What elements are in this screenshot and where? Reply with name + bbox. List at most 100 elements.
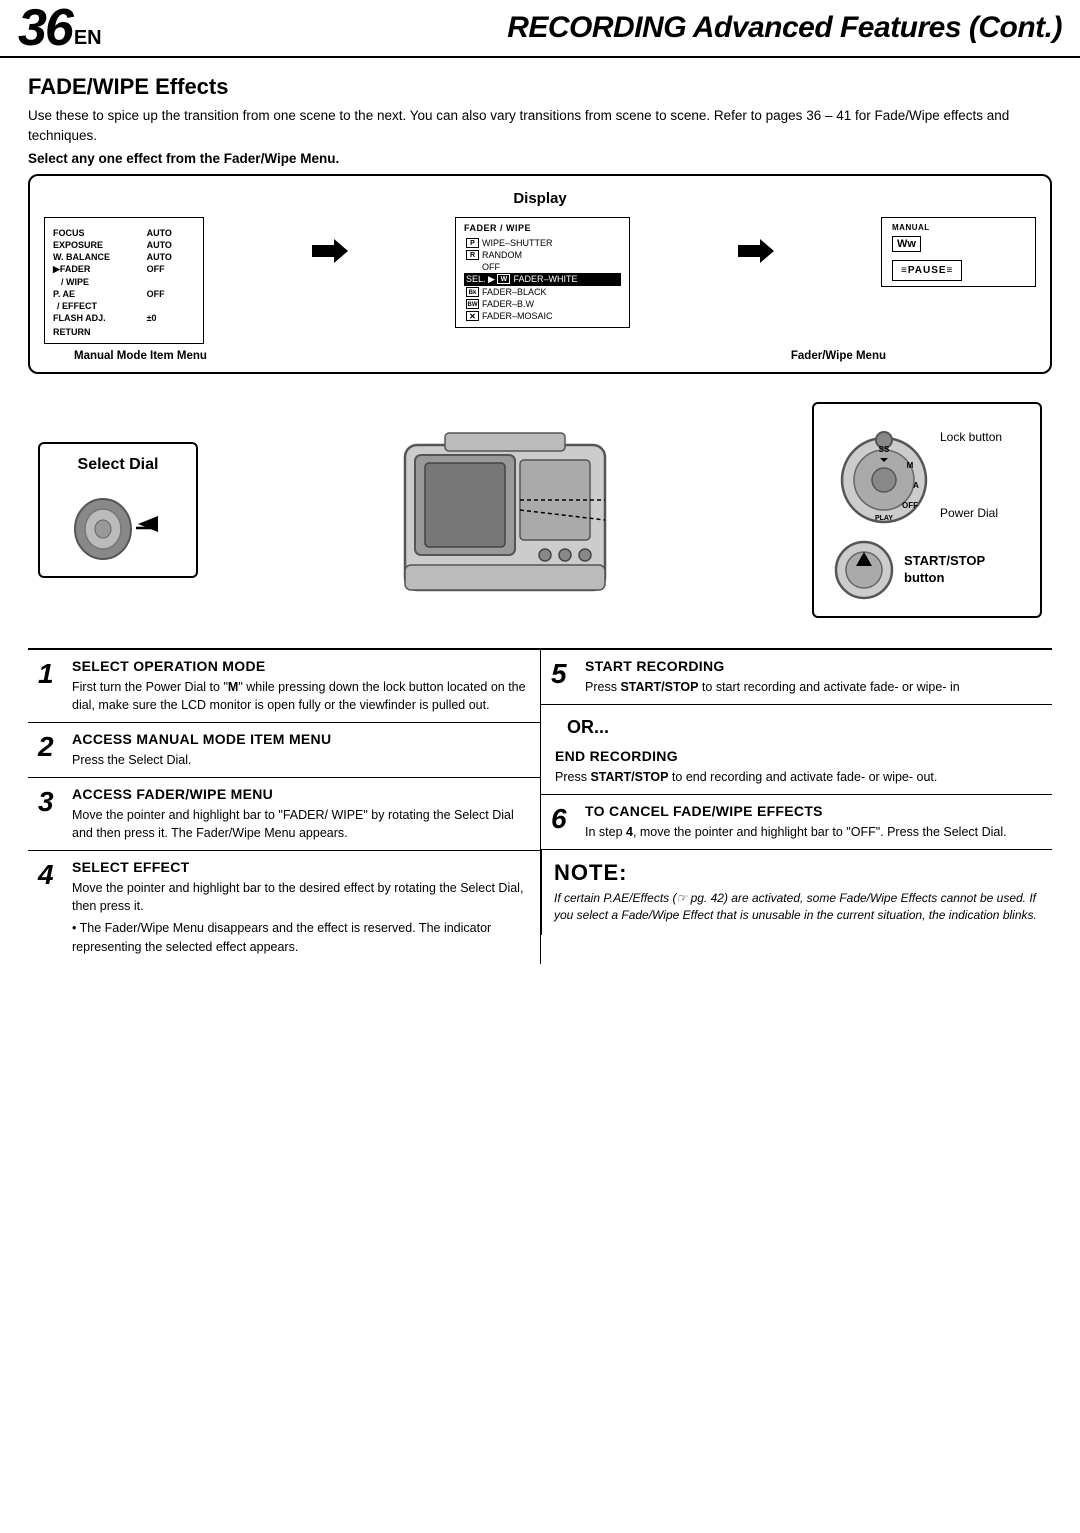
start-stop-svg	[834, 540, 894, 600]
table-row: RETURN	[53, 324, 195, 338]
step-6-content: TO CANCEL FADE/WIPE EFFECTS In step 4, m…	[585, 803, 1040, 841]
svg-text:OFF: OFF	[902, 501, 918, 510]
page-header: 36 EN RECORDING Advanced Features (Cont.…	[0, 0, 1080, 58]
step-3-content: ACCESS FADER/WIPE MENU Move the pointer …	[72, 786, 528, 842]
table-row: FLASH ADJ. ±0	[53, 312, 195, 324]
step-2-content: ACCESS MANUAL MODE ITEM MENU Press the S…	[72, 731, 528, 769]
manual-box: MANUAL Ww ≡PAUSE≡	[881, 217, 1036, 287]
fader-item-off: OFF	[464, 261, 621, 273]
section-title: FADE/WIPE Effects	[28, 74, 1052, 100]
fader-item-bw: BW FADER–B.W	[464, 298, 621, 310]
display-label: Display	[44, 190, 1036, 207]
step-6: 6 TO CANCEL FADE/WIPE EFFECTS In step 4,…	[541, 795, 1052, 850]
step-5-title: START RECORDING	[585, 658, 1040, 674]
start-stop-area: START/STOPbutton	[834, 540, 1020, 600]
menu-row: FOCUS AUTO EXPOSURE AUTO W. BALANCE AUTO…	[44, 217, 1036, 344]
intro-text: Use these to spice up the transition fro…	[28, 106, 1052, 147]
step-4-content: SELECT EFFECT Move the pointer and highl…	[72, 859, 528, 956]
svg-text:M: M	[907, 461, 914, 470]
select-dial-box: Select Dial	[38, 442, 198, 578]
select-dial-visual	[56, 484, 180, 564]
step-4-title: SELECT EFFECT	[72, 859, 528, 875]
end-recording-body: Press START/STOP to end recording and ac…	[555, 768, 1040, 786]
note-body: If certain P.AE/Effects (☞ pg. 42) are a…	[554, 890, 1040, 925]
steps-container: 1 SELECT OPERATION MODE First turn the P…	[28, 648, 1052, 964]
camera-svg	[345, 395, 665, 625]
fader-menu-title: FADER / WIPE	[464, 223, 621, 233]
step-3-number: 3	[38, 788, 64, 842]
fader-item-2: R RANDOM	[464, 249, 621, 261]
step-2-number: 2	[38, 733, 64, 769]
step-4-body: Move the pointer and highlight bar to th…	[72, 879, 528, 956]
step-1: 1 SELECT OPERATION MODE First turn the P…	[28, 650, 540, 723]
manual-mode-table: FOCUS AUTO EXPOSURE AUTO W. BALANCE AUTO…	[53, 227, 195, 338]
fader-item-selected: SEL. ▶ W FADER–WHITE	[464, 273, 621, 286]
step-2: 2 ACCESS MANUAL MODE ITEM MENU Press the…	[28, 723, 540, 778]
step-1-body: First turn the Power Dial to "M" while p…	[72, 678, 528, 714]
svg-text:A: A	[913, 481, 919, 490]
dial-svg	[68, 484, 168, 564]
svg-text:SS: SS	[879, 445, 890, 454]
table-row: P. AE OFF	[53, 288, 195, 300]
step-3-title: ACCESS FADER/WIPE MENU	[72, 786, 528, 802]
table-row: ▶FADER OFF	[53, 263, 195, 276]
fader-wipe-menu-box: FADER / WIPE P WIPE–SHUTTER R RANDOM OFF…	[455, 217, 630, 328]
menu-labels: Manual Mode Item Menu Fader/Wipe Menu	[44, 350, 1036, 362]
main-content: FADE/WIPE Effects Use these to spice up …	[0, 58, 1080, 974]
manual-box-title: MANUAL	[892, 223, 1025, 232]
step-5-body: Press START/STOP to start recording and …	[585, 678, 1040, 696]
instruction-text: Select any one effect from the Fader/Wip…	[28, 151, 1052, 166]
step-5-content: START RECORDING Press START/STOP to star…	[585, 658, 1040, 696]
menu-arrow-1	[300, 237, 360, 265]
menu-arrow-2	[726, 237, 786, 265]
fader-item-1: P WIPE–SHUTTER	[464, 237, 621, 249]
ww-label: Ww	[892, 236, 921, 252]
or-label: OR...	[555, 713, 1040, 738]
manual-mode-label: Manual Mode Item Menu	[74, 350, 207, 362]
header-title-text: RECORDING Advanced Features (Cont.)	[507, 11, 1062, 44]
display-container: Display FOCUS AUTO EXPOSURE AUTO W. BALA…	[28, 174, 1052, 374]
step-5-number: 5	[551, 660, 577, 696]
step-6-title: TO CANCEL FADE/WIPE EFFECTS	[585, 803, 1040, 819]
camera-area: Select Dial	[28, 390, 1052, 630]
step-2-title: ACCESS MANUAL MODE ITEM MENU	[72, 731, 528, 747]
controls-box: SS M A OFF PLAY Lock button Power Dial	[812, 402, 1042, 618]
table-row: EXPOSURE AUTO	[53, 239, 195, 251]
camera-center	[198, 395, 812, 625]
power-dial-label: Power Dial	[940, 506, 1002, 520]
fader-item-black: Bk FADER–BLACK	[464, 286, 621, 298]
end-recording-title: END RECORDING	[555, 748, 1040, 764]
manual-mode-menu-box: FOCUS AUTO EXPOSURE AUTO W. BALANCE AUTO…	[44, 217, 204, 344]
table-row: W. BALANCE AUTO	[53, 251, 195, 263]
or-section: OR... END RECORDING Press START/STOP to …	[541, 705, 1052, 795]
step-1-title: SELECT OPERATION MODE	[72, 658, 528, 674]
step-1-content: SELECT OPERATION MODE First turn the Pow…	[72, 658, 528, 714]
table-row: / WIPE	[53, 276, 195, 288]
fader-item-mosaic: ✕ FADER–MOSAIC	[464, 310, 621, 322]
table-row: FOCUS AUTO	[53, 227, 195, 239]
end-recording-section: END RECORDING Press START/STOP to end re…	[555, 748, 1040, 786]
lock-button-label: Lock button	[940, 430, 1002, 444]
step-3-body: Move the pointer and highlight bar to "F…	[72, 806, 528, 842]
note-section: NOTE: If certain P.AE/Effects (☞ pg. 42)…	[541, 850, 1052, 935]
select-dial-label: Select Dial	[56, 456, 180, 474]
step-3: 3 ACCESS FADER/WIPE MENU Move the pointe…	[28, 778, 540, 851]
step-6-body: In step 4, move the pointer and highligh…	[585, 823, 1040, 841]
step-1-number: 1	[38, 660, 64, 714]
fader-wipe-label: Fader/Wipe Menu	[791, 350, 886, 362]
step-2-body: Press the Select Dial.	[72, 751, 528, 769]
language-indicator: EN	[74, 27, 102, 56]
table-row: / EFFECT	[53, 300, 195, 312]
steps-right-col: 5 START RECORDING Press START/STOP to st…	[540, 650, 1052, 964]
note-title: NOTE:	[554, 860, 1040, 886]
step-4: 4 SELECT EFFECT Move the pointer and hig…	[28, 851, 540, 964]
page-number: 36	[18, 2, 72, 56]
steps-left-col: 1 SELECT OPERATION MODE First turn the P…	[28, 650, 540, 964]
power-dial-svg: SS M A OFF PLAY	[834, 420, 934, 530]
start-stop-label: START/STOPbutton	[904, 553, 985, 587]
power-dial-area: SS M A OFF PLAY Lock button Power Dial	[834, 420, 1020, 530]
svg-text:PLAY: PLAY	[875, 515, 893, 522]
step-5: 5 START RECORDING Press START/STOP to st…	[541, 650, 1052, 705]
step-6-number: 6	[551, 805, 577, 841]
step-4-number: 4	[38, 861, 64, 956]
